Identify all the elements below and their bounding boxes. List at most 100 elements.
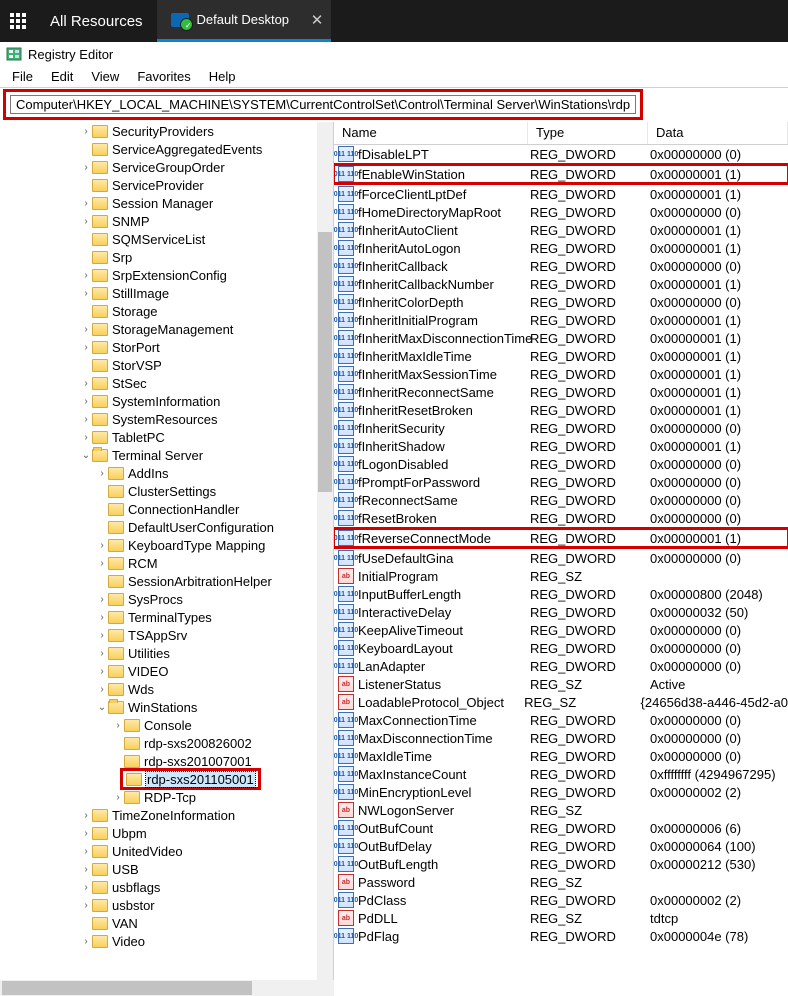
chevron-down-icon[interactable]: ⌄	[80, 450, 92, 461]
chevron-right-icon[interactable]: ›	[96, 630, 108, 641]
tree-item[interactable]: rdp-sxs200826002	[0, 734, 317, 752]
chevron-right-icon[interactable]: ›	[80, 846, 92, 857]
value-row[interactable]: 011 110fInheritShadowREG_DWORD0x00000001…	[334, 437, 788, 455]
tree-item[interactable]: ConnectionHandler	[0, 500, 317, 518]
chevron-right-icon[interactable]: ›	[80, 432, 92, 443]
menu-view[interactable]: View	[83, 68, 127, 85]
chevron-right-icon[interactable]: ›	[80, 414, 92, 425]
value-row[interactable]: 011 110OutBufLengthREG_DWORD0x00000212 (…	[334, 855, 788, 873]
value-row[interactable]: 011 110KeyboardLayoutREG_DWORD0x00000000…	[334, 639, 788, 657]
value-row[interactable]: 011 110fInheritAutoClientREG_DWORD0x0000…	[334, 221, 788, 239]
value-row[interactable]: 011 110MaxDisconnectionTimeREG_DWORD0x00…	[334, 729, 788, 747]
chevron-right-icon[interactable]: ›	[96, 468, 108, 479]
tree-item[interactable]: DefaultUserConfiguration	[0, 518, 317, 536]
value-row[interactable]: 011 110fInheritCallbackREG_DWORD0x000000…	[334, 257, 788, 275]
address-bar[interactable]	[10, 95, 636, 114]
tree-item[interactable]: ›SysProcs	[0, 590, 317, 608]
tree-item[interactable]: ›TabletPC	[0, 428, 317, 446]
value-row[interactable]: 011 110fForceClientLptDefREG_DWORD0x0000…	[334, 185, 788, 203]
tree-item[interactable]: ServiceAggregatedEvents	[0, 140, 317, 158]
tree-item[interactable]: ›UnitedVideo	[0, 842, 317, 860]
tree-item[interactable]: ›ServiceGroupOrder	[0, 158, 317, 176]
value-row[interactable]: 011 110fPromptForPasswordREG_DWORD0x0000…	[334, 473, 788, 491]
tree-item[interactable]: SQMServiceList	[0, 230, 317, 248]
tree-item[interactable]: ›Session Manager	[0, 194, 317, 212]
chevron-right-icon[interactable]: ›	[96, 648, 108, 659]
tree-item[interactable]: ›TerminalTypes	[0, 608, 317, 626]
tree-item[interactable]: ›SystemResources	[0, 410, 317, 428]
tree-item[interactable]: ›KeyboardType Mapping	[0, 536, 317, 554]
tree-item[interactable]: ⌄Terminal Server	[0, 446, 317, 464]
chevron-right-icon[interactable]: ›	[80, 162, 92, 173]
menu-favorites[interactable]: Favorites	[129, 68, 198, 85]
value-row[interactable]: 011 110KeepAliveTimeoutREG_DWORD0x000000…	[334, 621, 788, 639]
tree-item[interactable]: Storage	[0, 302, 317, 320]
chevron-right-icon[interactable]: ›	[80, 810, 92, 821]
chevron-right-icon[interactable]: ›	[96, 594, 108, 605]
close-tab-button[interactable]: ✕	[303, 0, 331, 42]
chevron-right-icon[interactable]: ›	[80, 378, 92, 389]
tree-item[interactable]: ⌄WinStations	[0, 698, 317, 716]
value-row[interactable]: abInitialProgramREG_SZ	[334, 567, 788, 585]
menu-file[interactable]: File	[4, 68, 41, 85]
value-row[interactable]: 011 110fUseDefaultGinaREG_DWORD0x0000000…	[334, 549, 788, 567]
value-row[interactable]: 011 110fInheritInitialProgramREG_DWORD0x…	[334, 311, 788, 329]
value-row[interactable]: 011 110OutBufCountREG_DWORD0x00000006 (6…	[334, 819, 788, 837]
chevron-right-icon[interactable]: ›	[96, 684, 108, 695]
value-row[interactable]: 011 110MinEncryptionLevelREG_DWORD0x0000…	[334, 783, 788, 801]
tree-item[interactable]: ›Wds	[0, 680, 317, 698]
menu-edit[interactable]: Edit	[43, 68, 81, 85]
hscrollbar[interactable]	[0, 980, 334, 996]
list-headers[interactable]: Name Type Data	[334, 122, 788, 145]
chevron-right-icon[interactable]: ›	[80, 270, 92, 281]
chevron-right-icon[interactable]: ›	[80, 216, 92, 227]
chevron-right-icon[interactable]: ›	[96, 666, 108, 677]
value-row[interactable]: 011 110fInheritMaxDisconnectionTimeREG_D…	[334, 329, 788, 347]
value-row[interactable]: 011 110fReconnectSameREG_DWORD0x00000000…	[334, 491, 788, 509]
session-tab[interactable]: ✓ Default Desktop	[157, 0, 304, 42]
tree-item[interactable]: ›SNMP	[0, 212, 317, 230]
tree-item[interactable]: ›TimeZoneInformation	[0, 806, 317, 824]
value-row[interactable]: 011 110fInheritSecurityREG_DWORD0x000000…	[334, 419, 788, 437]
value-row[interactable]: 011 110OutBufDelayREG_DWORD0x00000064 (1…	[334, 837, 788, 855]
value-row[interactable]: abPdDLLREG_SZtdtcp	[334, 909, 788, 927]
value-row[interactable]: 011 110LanAdapterREG_DWORD0x00000000 (0)	[334, 657, 788, 675]
value-row[interactable]: 011 110fHomeDirectoryMapRootREG_DWORD0x0…	[334, 203, 788, 221]
tree-item[interactable]: ClusterSettings	[0, 482, 317, 500]
value-row[interactable]: 011 110MaxConnectionTimeREG_DWORD0x00000…	[334, 711, 788, 729]
chevron-right-icon[interactable]: ›	[112, 792, 124, 803]
value-row[interactable]: 011 110fInheritCallbackNumberREG_DWORD0x…	[334, 275, 788, 293]
menu-help[interactable]: Help	[201, 68, 244, 85]
value-row[interactable]: 011 110fLogonDisabledREG_DWORD0x00000000…	[334, 455, 788, 473]
value-row[interactable]: 011 110fDisableLPTREG_DWORD0x00000000 (0…	[334, 145, 788, 163]
chevron-right-icon[interactable]: ›	[80, 828, 92, 839]
tree-item[interactable]: ›RDP-Tcp	[0, 788, 317, 806]
tree-item[interactable]: VAN	[0, 914, 317, 932]
value-row[interactable]: abPasswordREG_SZ	[334, 873, 788, 891]
value-row[interactable]: abListenerStatusREG_SZActive	[334, 675, 788, 693]
chevron-right-icon[interactable]: ›	[96, 540, 108, 551]
tree-item[interactable]: StorVSP	[0, 356, 317, 374]
value-row[interactable]: 011 110fInheritResetBrokenREG_DWORD0x000…	[334, 401, 788, 419]
value-row[interactable]: 011 110fInheritAutoLogonREG_DWORD0x00000…	[334, 239, 788, 257]
header-type[interactable]: Type	[528, 122, 648, 144]
chevron-right-icon[interactable]: ›	[80, 864, 92, 875]
tree-item[interactable]: ›SecurityProviders	[0, 122, 317, 140]
header-data[interactable]: Data	[648, 122, 788, 144]
chevron-right-icon[interactable]: ›	[80, 342, 92, 353]
tree-item[interactable]: ›StorageManagement	[0, 320, 317, 338]
tree-item[interactable]: ›AddIns	[0, 464, 317, 482]
chevron-right-icon[interactable]: ›	[80, 396, 92, 407]
tree-item[interactable]: ›usbstor	[0, 896, 317, 914]
tree-item[interactable]: ›StorPort	[0, 338, 317, 356]
value-row[interactable]: 011 110fInheritReconnectSameREG_DWORD0x0…	[334, 383, 788, 401]
value-row[interactable]: 011 110fInheritMaxIdleTimeREG_DWORD0x000…	[334, 347, 788, 365]
value-row[interactable]: 011 110fInheritMaxSessionTimeREG_DWORD0x…	[334, 365, 788, 383]
tree-item[interactable]: ›Console	[0, 716, 317, 734]
value-row[interactable]: abLoadableProtocol_ObjectREG_SZ{24656d38…	[334, 693, 788, 711]
tree-item[interactable]: ›Ubpm	[0, 824, 317, 842]
tree-item[interactable]: SessionArbitrationHelper	[0, 572, 317, 590]
value-row[interactable]: 011 110fResetBrokenREG_DWORD0x00000000 (…	[334, 509, 788, 527]
values-list[interactable]: 011 110fDisableLPTREG_DWORD0x00000000 (0…	[334, 145, 788, 980]
value-row[interactable]: abNWLogonServerREG_SZ	[334, 801, 788, 819]
